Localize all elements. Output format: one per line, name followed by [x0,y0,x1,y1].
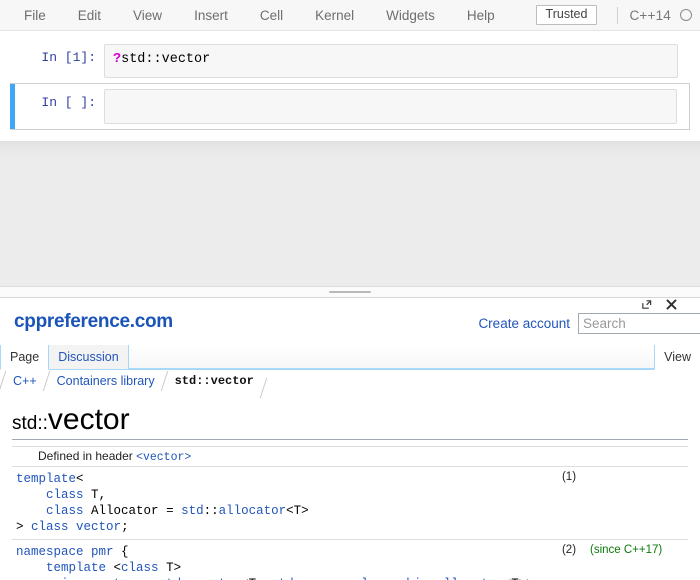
breadcrumb-item-containers-library[interactable]: Containers library [42,370,164,391]
pager-splitter[interactable] [0,286,700,298]
declaration-code-cell-2: namespace pmr { template <class T> using… [12,539,548,580]
cppreference-tabbar: Page Discussion View [0,345,700,370]
app-root: File Edit View Insert Cell Kernel Widget… [0,0,700,580]
page-title-name: vector [47,403,130,436]
menu-item-file[interactable]: File [8,3,62,28]
menubar-divider [617,6,619,24]
breadcrumb-item-std-vector: std::vector [160,370,263,391]
declaration-version-2: (since C++17) [590,539,688,580]
menu-item-cell[interactable]: Cell [244,3,299,28]
menu-item-edit[interactable]: Edit [62,3,117,28]
cell-prompt-1: In [1]: [41,50,96,65]
breadcrumb-label-std-vector: std::vector [174,373,254,388]
cell-input-1[interactable]: ?std::vector [104,44,678,78]
page-title: std::vector [12,393,688,440]
circle-idle-icon[interactable] [680,9,692,21]
drag-handle-icon[interactable] [329,291,371,293]
cell-selection-bar [10,84,15,129]
cell-input-2[interactable] [104,89,677,124]
cell-prompt-2: In [ ]: [41,95,96,110]
menubar-right: Trusted C++14 [535,0,700,30]
cell-code-1: std::vector [121,52,211,67]
jupyter-notebook-pane: File Edit View Insert Cell Kernel Widget… [0,0,700,292]
close-icon[interactable] [665,298,678,311]
declaration-code-1: template< class T, class Allocator = std… [16,472,309,534]
declaration-table: Defined in header <vector> template< cla… [12,446,688,580]
cppreference-content: std::vector Defined in header <vector> t… [0,393,700,580]
notebook-cell-1[interactable]: In [1]: ?std::vector [10,39,690,83]
cppreference-header: cppreference.com Create account [0,297,700,345]
help-token-icon: ? [113,52,122,67]
breadcrumb-item-cpp[interactable]: C++ [0,370,46,391]
defined-in-header-row: Defined in header <vector> [12,446,688,467]
declaration-code-2: namespace pmr { template <class T> using… [16,545,541,580]
notebook-body: In [1]: ?std::vector In [ ]: [0,31,700,292]
defined-in-text: Defined in header [38,449,137,463]
pager-window-controls [640,298,678,311]
search-input[interactable] [578,313,700,334]
header-file-link[interactable]: <vector> [136,451,191,464]
defined-in-header-cell: Defined in header <vector> [12,446,688,467]
menu-item-kernel[interactable]: Kernel [299,3,370,28]
popout-icon[interactable] [640,298,653,311]
breadcrumb-label-containers-library: Containers library [56,373,155,388]
table-row: namespace pmr { template <class T> using… [12,539,688,580]
tabbar-spacer [127,345,655,369]
create-account-link[interactable]: Create account [478,316,570,331]
breadcrumb-label-cpp: C++ [13,373,37,388]
kernel-name-label: C++14 [629,7,671,23]
menu-items: File Edit View Insert Cell Kernel Widget… [0,3,511,28]
table-row: template< class T, class Allocator = std… [12,466,688,540]
declaration-code-cell-1: template< class T, class Allocator = std… [12,466,548,540]
breadcrumb-end-separator [259,378,277,398]
tab-page[interactable]: Page [0,345,50,370]
declaration-number-1: (1) [548,466,590,540]
declaration-number-2: (2) [548,539,590,580]
menu-item-view[interactable]: View [117,3,178,28]
jupyter-menubar: File Edit View Insert Cell Kernel Widget… [0,0,700,31]
cppreference-logo[interactable]: cppreference.com [14,311,173,333]
tab-view[interactable]: View [654,345,700,370]
notebook-empty-area [0,141,700,292]
breadcrumb: C++ Containers library std::vector [0,370,700,398]
page-title-namespace: std:: [12,413,48,434]
notebook-cell-2[interactable]: In [ ]: [10,83,690,130]
menu-item-insert[interactable]: Insert [178,3,244,28]
tab-discussion[interactable]: Discussion [48,345,129,369]
declaration-version-1 [590,466,688,540]
menu-item-help[interactable]: Help [451,3,511,28]
trusted-indicator[interactable]: Trusted [535,4,598,26]
cppreference-pager: cppreference.com Create account Search P… [0,297,700,580]
menu-item-widgets[interactable]: Widgets [370,3,451,28]
